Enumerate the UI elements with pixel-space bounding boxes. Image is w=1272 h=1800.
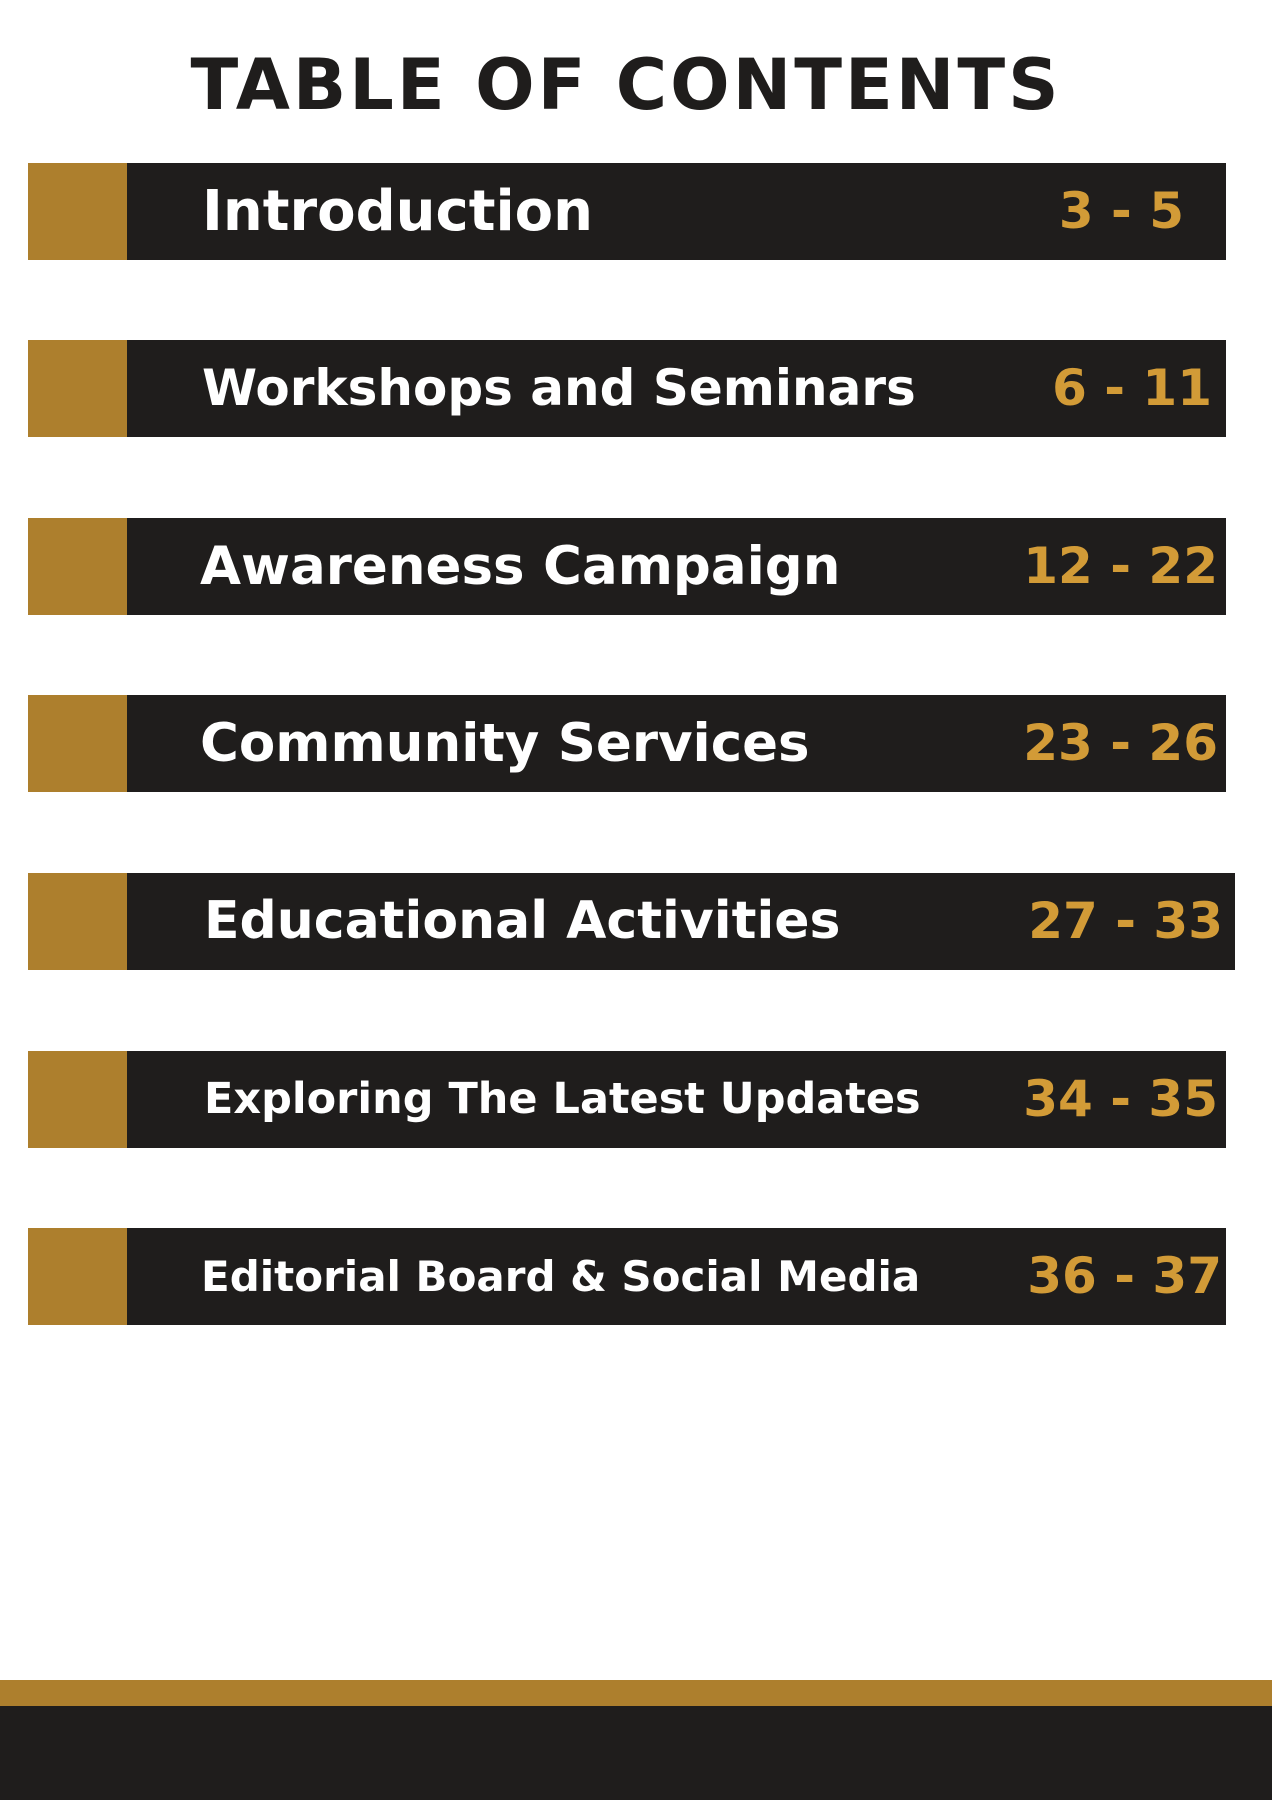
entry-gold-tab — [28, 1228, 127, 1325]
entry-label: Community Services — [200, 713, 810, 774]
toc-entry-latest-updates[interactable]: Exploring The Latest Updates 34 - 35 — [28, 1051, 1226, 1148]
toc-entry-community[interactable]: Community Services 23 - 26 — [28, 695, 1226, 792]
entry-gold-tab — [28, 340, 127, 437]
entry-page-range: 23 - 26 — [1023, 714, 1218, 772]
toc-entry-introduction[interactable]: Introduction 3 - 5 — [28, 163, 1226, 260]
entry-gold-tab — [28, 873, 127, 970]
toc-entry-editorial[interactable]: Editorial Board & Social Media 36 - 37 — [28, 1228, 1226, 1325]
entry-page-range: 6 - 11 — [1052, 359, 1212, 417]
footer-dark-band — [0, 1706, 1272, 1800]
entry-gold-tab — [28, 695, 127, 792]
footer-gold-stripe — [0, 1680, 1272, 1706]
entry-page-range: 36 - 37 — [1027, 1247, 1222, 1305]
entry-page-range: 3 - 5 — [1058, 182, 1184, 240]
entry-label: Editorial Board & Social Media — [201, 1252, 921, 1301]
toc-entry-workshops[interactable]: Workshops and Seminars 6 - 11 — [28, 340, 1226, 437]
entry-label: Introduction — [202, 179, 594, 244]
page-title: TABLE OF CONTENTS — [190, 44, 1062, 126]
toc-entry-educational[interactable]: Educational Activities 27 - 33 — [28, 873, 1235, 970]
entry-page-range: 12 - 22 — [1023, 537, 1218, 595]
entry-gold-tab — [28, 518, 127, 615]
entry-label: Educational Activities — [204, 891, 841, 951]
entry-label: Workshops and Seminars — [202, 359, 916, 417]
entry-page-range: 27 - 33 — [1028, 892, 1223, 950]
toc-entry-awareness[interactable]: Awareness Campaign 12 - 22 — [28, 518, 1226, 615]
entry-gold-tab — [28, 163, 127, 260]
entry-label: Exploring The Latest Updates — [204, 1074, 921, 1124]
entry-page-range: 34 - 35 — [1023, 1070, 1218, 1128]
entry-label: Awareness Campaign — [200, 536, 841, 597]
entry-gold-tab — [28, 1051, 127, 1148]
